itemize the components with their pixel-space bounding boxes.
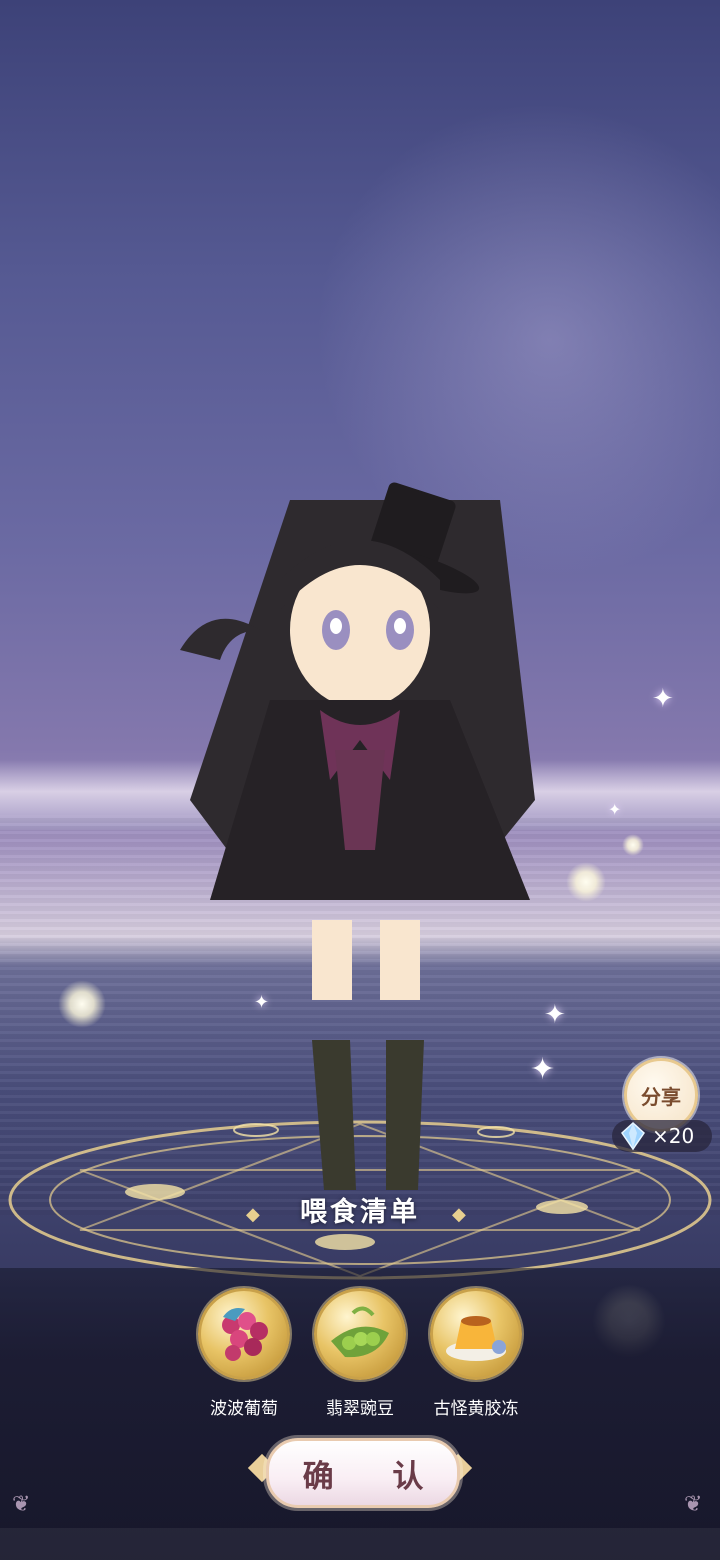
share-reward: ×20 bbox=[612, 1120, 712, 1152]
title-ornament-left: ◆ bbox=[246, 1204, 260, 1225]
light-orb bbox=[622, 834, 644, 856]
sparkle-icon: ✦ bbox=[608, 800, 622, 819]
reward-count: ×20 bbox=[652, 1124, 695, 1148]
title-ornament-right: ◆ bbox=[452, 1204, 466, 1225]
bottom-bar bbox=[0, 1528, 720, 1560]
confirm-button[interactable]: 确 认 bbox=[266, 1438, 460, 1508]
light-orb bbox=[58, 980, 106, 1028]
food-name: 古怪黄胶冻 bbox=[433, 1399, 519, 1419]
diamond-icon bbox=[621, 1121, 645, 1151]
pea-icon bbox=[314, 1288, 406, 1380]
corner-ornament-right: ❦ bbox=[684, 1492, 703, 1517]
food-item-pudding[interactable]: 古怪黄胶冻 bbox=[421, 1288, 531, 1419]
feeding-list-title: 喂食清单 bbox=[300, 1197, 420, 1228]
light-orb bbox=[566, 862, 606, 902]
food-name: 波波葡萄 bbox=[210, 1399, 278, 1419]
sparkle-icon: ✦ bbox=[652, 684, 674, 714]
corner-ornament-left: ❦ bbox=[12, 1492, 31, 1517]
sparkle-icon: ✦ bbox=[544, 1000, 566, 1030]
food-name: 翡翠豌豆 bbox=[326, 1399, 394, 1419]
food-item-pea[interactable]: 翡翠豌豆 bbox=[305, 1288, 415, 1419]
chibi-character bbox=[180, 482, 535, 1000]
confirm-label: 确 认 bbox=[302, 1458, 448, 1495]
share-label: 分享 bbox=[641, 1084, 681, 1109]
grape-icon bbox=[198, 1288, 290, 1380]
boots bbox=[312, 1040, 424, 1190]
pudding-icon bbox=[430, 1288, 522, 1380]
game-scene: ✦ ✦ ✦ ✦ ✦ 喂食清单 ◆ ◆ 波波葡萄 翡翠豌豆 古怪黄胶冻 分享 ×2… bbox=[0, 0, 720, 1560]
food-item-grape[interactable]: 波波葡萄 bbox=[189, 1288, 299, 1419]
